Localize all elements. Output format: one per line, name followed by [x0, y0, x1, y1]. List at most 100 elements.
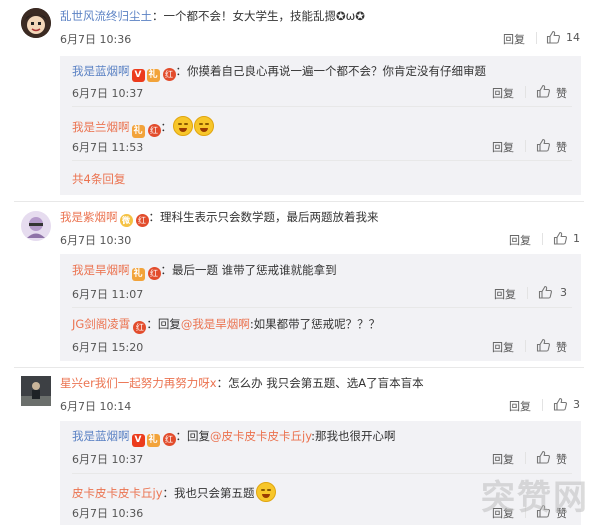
separator — [525, 340, 526, 352]
like-label[interactable]: 赞 — [556, 139, 567, 155]
hong-badge-icon: 红 — [147, 267, 161, 280]
reply-button[interactable]: 回复 — [509, 398, 531, 414]
comment-divider — [14, 367, 584, 368]
reply-text: :如果都带了惩戒呢？？？ — [249, 317, 381, 331]
colon: ： — [148, 210, 161, 224]
hong-badge-icon: 红 — [133, 321, 147, 334]
reply-text: :那我也很开心啊 — [311, 429, 396, 443]
like-icon[interactable] — [536, 338, 551, 352]
like-count[interactable]: 14 — [566, 31, 580, 44]
separator — [525, 86, 526, 98]
reply-box: 我是蓝烟啊 V 礼红：你摸着自己良心再说一遍一个都不会？你肯定没有仔细审题 6月7日… — [60, 56, 581, 195]
avatar-image-icon — [21, 376, 51, 406]
reply-line: JG剑阁凌霄红：回复@我是旱烟啊:如果都带了惩戒呢？？？ — [72, 316, 380, 334]
reply-button[interactable]: 回复 — [492, 85, 514, 101]
reply-button[interactable]: 回复 — [494, 286, 516, 302]
like-icon[interactable] — [536, 138, 551, 152]
like-icon[interactable] — [536, 450, 551, 464]
laugh-emoji-icon — [173, 116, 193, 136]
timestamp: 6月7日 10:14 — [60, 400, 132, 413]
reply-prefix: 回复 — [157, 317, 181, 331]
like-count[interactable]: 3 — [560, 286, 567, 299]
separator — [542, 399, 543, 411]
colon: ： — [152, 9, 164, 23]
separator — [542, 233, 543, 245]
username[interactable]: JG剑阁凌霄 — [72, 317, 130, 331]
reply-button[interactable]: 回复 — [509, 232, 531, 248]
comment-line: 星兴er我们一起努力再努力呀x：怎么办 我只会第五题、选A了盲本盲本 — [60, 375, 424, 391]
username[interactable]: 我是蓝烟啊 — [72, 64, 130, 78]
username[interactable]: 我是紫烟啊 — [60, 210, 118, 224]
hong-badge-icon: 红 — [162, 68, 176, 81]
separator — [525, 452, 526, 464]
mention-link[interactable]: @皮卡皮卡皮卡丘jy — [210, 429, 311, 443]
more-replies-link[interactable]: 共4条回复 — [72, 171, 125, 187]
divider — [72, 106, 572, 107]
colon: ： — [162, 486, 175, 500]
like-icon[interactable] — [546, 30, 561, 44]
like-icon[interactable] — [553, 231, 568, 245]
reply-button[interactable]: 回复 — [492, 339, 514, 355]
divider — [72, 307, 572, 308]
laugh-emoji-icon — [194, 116, 214, 136]
colon: ： — [160, 263, 173, 277]
reply-text: 你摸着自己良心再说一遍一个都不会？你肯定没有仔细审题 — [187, 64, 486, 78]
like-icon[interactable] — [553, 397, 568, 411]
like-count[interactable]: 1 — [573, 232, 580, 245]
reply-button[interactable]: 回复 — [503, 31, 525, 47]
gift-badge-icon: 礼 — [131, 125, 145, 138]
colon: ： — [175, 64, 188, 78]
avatar[interactable] — [21, 376, 51, 406]
username[interactable]: 我是兰烟啊 — [72, 120, 130, 134]
comment-line: 我是紫烟啊微红：理科生表示只会数学题，最后两题放着我来 — [60, 209, 379, 227]
mention-link[interactable]: @我是旱烟啊 — [181, 317, 250, 331]
timestamp: 6月7日 11:07 — [72, 288, 144, 301]
reply-line: 我是蓝烟啊 V 礼红：回复@皮卡皮卡皮卡丘jy:那我也很开心啊 — [72, 428, 396, 447]
reply-text: 我也只会第五题 — [174, 486, 255, 500]
username[interactable]: 乱世风流终归尘土 — [60, 9, 152, 23]
laugh-emoji-icon — [255, 482, 276, 502]
username[interactable]: 我是旱烟啊 — [72, 263, 130, 277]
gift-badge-icon: 礼 — [131, 268, 145, 281]
colon: ： — [146, 317, 158, 331]
timestamp: 6月7日 11:53 — [72, 141, 144, 154]
like-label[interactable]: 赞 — [556, 85, 567, 101]
avatar-image-icon — [21, 8, 51, 38]
comment-text: 怎么办 我只会第五题、选A了盲本盲本 — [228, 376, 424, 390]
avatar-image-icon — [21, 211, 51, 241]
like-icon[interactable] — [538, 285, 553, 299]
vip-badge-icon: V — [131, 434, 145, 447]
username[interactable]: 我是蓝烟啊 — [72, 429, 130, 443]
comment-line: 乱世风流终归尘土：一个都不会！女大学生，技能乱摁✪ω✪ — [60, 8, 365, 24]
site-watermark: 突赞网 — [481, 478, 589, 518]
like-count[interactable]: 3 — [573, 398, 580, 411]
timestamp: 6月7日 10:36 — [60, 33, 132, 46]
like-label[interactable]: 赞 — [556, 339, 567, 355]
like-label[interactable]: 赞 — [556, 451, 567, 467]
comment-divider — [14, 201, 584, 202]
reply-box: 我是旱烟啊礼红：最后一题 谁带了惩戒谁就能拿到 6月7日 11:07 回复 3 … — [60, 254, 581, 361]
colon: ： — [160, 120, 173, 134]
avatar[interactable] — [21, 8, 51, 38]
reply-line: 我是兰烟啊礼红： — [72, 116, 214, 138]
reply-line: 我是旱烟啊礼红：最后一题 谁带了惩戒谁就能拿到 — [72, 262, 337, 281]
weibo-badge-icon: 微 — [119, 214, 133, 227]
timestamp: 6月7日 15:20 — [72, 341, 144, 354]
reply-line: 皮卡皮卡皮卡丘jy：我也只会第五题 — [72, 482, 276, 502]
vip-badge-icon: V — [131, 69, 145, 82]
username[interactable]: 皮卡皮卡皮卡丘jy — [72, 486, 163, 500]
like-icon[interactable] — [536, 84, 551, 98]
reply-button[interactable]: 回复 — [492, 451, 514, 467]
separator — [536, 32, 537, 44]
colon: ： — [175, 429, 188, 443]
timestamp: 6月7日 10:37 — [72, 453, 144, 466]
gift-badge-icon: 礼 — [146, 434, 160, 447]
avatar[interactable] — [21, 211, 51, 241]
username[interactable]: 星兴er我们一起努力再努力呀x — [60, 376, 217, 390]
separator — [527, 287, 528, 299]
reply-text: 最后一题 谁带了惩戒谁就能拿到 — [172, 263, 337, 277]
timestamp: 6月7日 10:36 — [72, 507, 144, 520]
colon: ： — [216, 376, 229, 390]
reply-button[interactable]: 回复 — [492, 139, 514, 155]
reply-line: 我是蓝烟啊 V 礼红：你摸着自己良心再说一遍一个都不会？你肯定没有仔细审题 — [72, 63, 486, 82]
